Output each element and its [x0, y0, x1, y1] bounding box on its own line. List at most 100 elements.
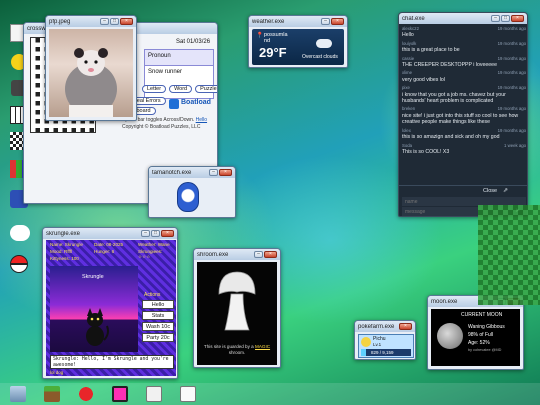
stat-date: Date: 08-2025 — [94, 242, 124, 247]
chat-text: i know that you got a job ms. chavez but… — [402, 91, 506, 105]
party-button[interactable]: Party 20c — [142, 333, 174, 342]
popout-icon[interactable]: ⇗ — [503, 187, 508, 194]
shroom-titlebar[interactable]: shroom.exe – × — [194, 249, 280, 260]
footer-link[interactable]: Hello — [196, 117, 207, 123]
notes-icon[interactable] — [180, 386, 196, 402]
minimize-button[interactable]: – — [491, 15, 500, 22]
minimize-button[interactable]: – — [209, 169, 218, 176]
location-pin-icon: 📍 — [256, 33, 264, 39]
cloud-icon[interactable] — [10, 225, 30, 241]
minimize-button[interactable]: – — [254, 251, 263, 258]
caption-end: shroom. — [228, 350, 246, 355]
hello-button[interactable]: Hello — [142, 300, 174, 309]
moon-header: CURRENT MOON — [461, 312, 503, 318]
mushroom-image — [218, 271, 256, 331]
chat-username: pixe — [402, 85, 410, 91]
close-button[interactable]: × — [120, 18, 133, 25]
reveal-buttons: Letter Word Puzzle — [142, 85, 217, 93]
pfp-window[interactable]: pfp.jpeg – □ × — [45, 15, 137, 121]
weather-temp: 29°F — [259, 45, 287, 60]
chat-text: Hello — [402, 32, 414, 39]
apple-icon[interactable] — [78, 386, 94, 402]
moon-credit: by cohevatee @MD — [468, 348, 502, 352]
maximize-button[interactable]: □ — [151, 230, 160, 237]
boatload-text: Boatload — [181, 99, 211, 106]
wash-button[interactable]: Wash 10c — [142, 322, 174, 331]
maximize-button[interactable]: □ — [501, 15, 510, 22]
weather-location: possumla nd — [264, 32, 288, 44]
magic-link[interactable]: MAGIC — [255, 344, 270, 349]
weather-window[interactable]: weather.exe – × 📍 possumla nd 29°F Overc… — [248, 15, 348, 68]
pokeball-icon[interactable] — [10, 255, 28, 273]
taskbar — [0, 383, 540, 405]
stat-mood: Mood: Rfffl — [50, 249, 73, 254]
close-button[interactable]: × — [399, 323, 412, 330]
shroom-window[interactable]: shroom.exe – × This site is guarded by a… — [193, 248, 281, 368]
chat-message: breken 19 months ago nice site! i just got… — [402, 106, 526, 125]
chat-message: cassie 19 months ago THE CREEPER DESKTOPPP… — [402, 56, 526, 69]
pet-name: Skrungle — [82, 274, 104, 280]
pokefarm-window[interactable]: pokefarm.exe × Pichu Lv.1 829 / 9,159 — [354, 320, 416, 360]
chat-username: breken — [402, 106, 416, 112]
close-button[interactable]: × — [219, 169, 232, 176]
chat-window[interactable]: chat.exe – □ × alexkc22 19 months ago Hell… — [398, 12, 528, 217]
tamanotch-window[interactable]: tamanotch.exe – × — [148, 166, 236, 218]
stat-kittyness: Kittyness: 100 — [50, 256, 79, 261]
date-label: Sat 01/03/26 — [176, 39, 211, 45]
weather-titlebar[interactable]: weather.exe – × — [249, 16, 347, 27]
letter-button[interactable]: Letter — [142, 85, 167, 93]
black-cat — [86, 308, 109, 346]
stat-weather: Weather: Wane — [138, 242, 170, 247]
chat-timestamp: 19 months ago — [497, 70, 526, 76]
close-button[interactable]: × — [511, 15, 524, 22]
chat-timestamp: 19 months ago — [497, 85, 526, 91]
word-button[interactable]: Word — [169, 85, 193, 93]
caption-text: This site is guarded by a — [203, 344, 254, 349]
chat-timestamp: 19 months ago — [497, 26, 526, 31]
tama-titlebar[interactable]: tamanotch.exe – × — [149, 167, 235, 178]
heart-icon[interactable] — [112, 386, 128, 402]
chat-timestamp: 19 months ago — [497, 55, 526, 61]
chat-text: very good vibes lol — [402, 76, 445, 83]
close-button[interactable]: × — [331, 18, 344, 25]
skrungle-footer: lol dog — [50, 370, 64, 375]
minimize-button[interactable]: – — [141, 230, 150, 237]
close-button[interactable]: × — [161, 230, 174, 237]
possum-photo — [49, 29, 133, 117]
stats-button[interactable]: Stats — [142, 311, 174, 320]
chat-timestamp: 19 months ago — [497, 106, 526, 112]
possum-image — [65, 48, 117, 117]
pokemon-sprite — [361, 337, 371, 347]
chat-message: alexkc22 19 months ago Hello — [402, 26, 526, 39]
maximize-button[interactable]: □ — [110, 18, 119, 25]
close-button[interactable]: × — [264, 251, 277, 258]
skrungle-stats: Name: Skrungle Date: 08-2025 Weather: Wa… — [50, 242, 174, 264]
close-label[interactable]: Close — [483, 188, 497, 194]
poke-title: pokefarm.exe — [358, 323, 395, 330]
pfp-titlebar[interactable]: pfp.jpeg – □ × — [46, 16, 136, 27]
mail-icon[interactable] — [146, 386, 162, 402]
minimize-button[interactable]: – — [321, 18, 330, 25]
skrungle-window[interactable]: skrungle.exe – □ × Name: Skrungle Date: … — [42, 227, 178, 379]
skrungle-titlebar[interactable]: skrungle.exe – □ × — [43, 228, 177, 239]
poke-titlebar[interactable]: pokefarm.exe × — [355, 321, 415, 332]
stat-hunger: Hunger: 6 — [94, 249, 115, 254]
tamagotchi-device[interactable] — [177, 182, 199, 212]
actions-panel: Actions Hello Stats Wash 10c Party 20c — [142, 292, 174, 352]
puzzle-button[interactable]: Puzzle — [195, 85, 217, 93]
chat-message: xlime 19 months ago very good vibes lol — [402, 70, 526, 83]
computer-icon[interactable] — [10, 386, 26, 402]
minimize-button[interactable]: – — [100, 18, 109, 25]
chat-footer: Close ⇗ — [399, 185, 527, 196]
chat-messages[interactable]: alexkc22 19 months ago Hello louiyolk 19 mon… — [402, 26, 526, 184]
chat-message: louiyolk 19 months ago this is a great pla… — [402, 41, 526, 54]
moon-window[interactable]: moon.exe – × CURRENT MOON Waning Gibbous… — [427, 295, 524, 370]
answer-text: Snow runner — [148, 69, 183, 75]
copyright: Copyright © Boatload Puzzles, LLC — [122, 124, 201, 130]
pet-view[interactable]: Skrungle — [50, 266, 138, 352]
chat-timestamp: 19 months ago — [497, 127, 526, 133]
moon-image — [437, 323, 463, 349]
chat-titlebar[interactable]: chat.exe – □ × — [399, 13, 527, 24]
minecraft-block-icon[interactable] — [44, 386, 60, 402]
answer-field[interactable]: Snow runner — [144, 65, 214, 99]
